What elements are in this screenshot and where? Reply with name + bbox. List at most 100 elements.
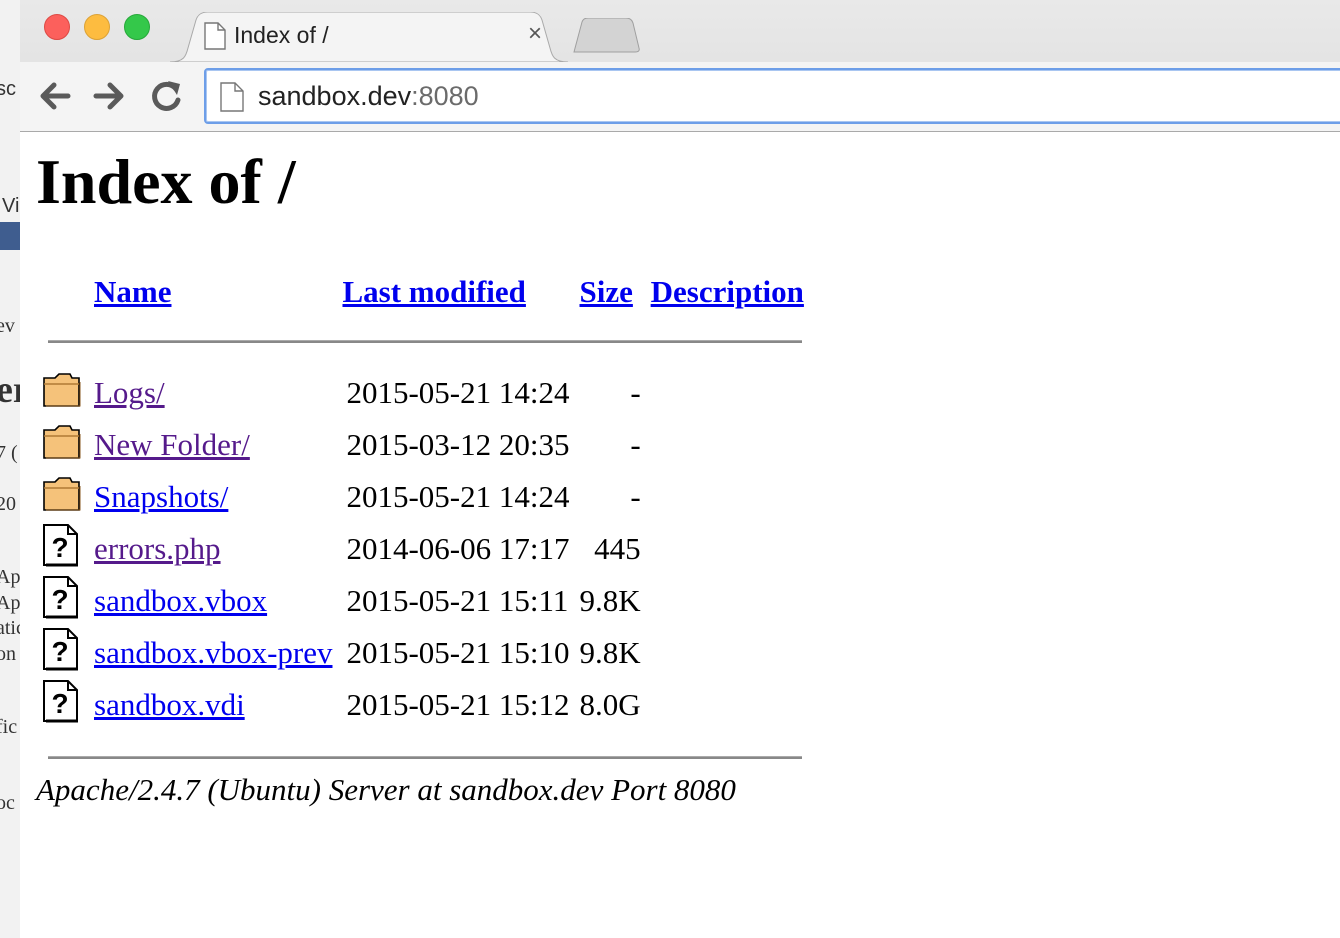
tab-index[interactable]: Index of / × — [170, 12, 568, 63]
sort-by-description-link[interactable]: Description — [651, 274, 804, 309]
description-cell — [647, 679, 808, 731]
sort-by-last-modified-link[interactable]: Last modified — [342, 274, 525, 309]
table-row: Logs/2015-05-21 14:24 - — [42, 367, 808, 419]
background-text: er — [0, 368, 20, 412]
browser-chrome: Index of / × sandbox.dev:8080 — [20, 0, 1340, 132]
background-text: fic — [0, 716, 18, 738]
last-modified-cell: 2015-05-21 14:24 — [346, 375, 570, 410]
icon-column-header — [42, 269, 88, 315]
unknown-file-icon: ? — [42, 575, 88, 627]
window-close-button[interactable] — [44, 14, 70, 40]
svg-text:?: ? — [51, 688, 68, 719]
name-cell: sandbox.vbox — [90, 575, 336, 627]
toolbar: sandbox.dev:8080 — [20, 62, 1340, 131]
description-cell — [647, 419, 808, 471]
forward-arrow-icon[interactable] — [90, 76, 130, 116]
description-cell — [647, 471, 808, 523]
window-zoom-button[interactable] — [124, 14, 150, 40]
back-arrow-icon[interactable] — [34, 76, 74, 116]
name-cell: New Folder/ — [90, 419, 336, 471]
tab-shape — [170, 12, 568, 63]
file-link[interactable]: Logs/ — [94, 375, 165, 410]
window-minimize-button[interactable] — [84, 14, 110, 40]
name-cell: Logs/ — [90, 367, 336, 419]
description-column-header: Description — [647, 269, 808, 315]
unknown-file-icon: ? — [42, 679, 88, 731]
name-cell: Snapshots/ — [90, 471, 336, 523]
page-icon — [220, 82, 244, 117]
size-column-header: Size — [576, 269, 645, 315]
description-cell — [647, 523, 808, 575]
table-row: ? errors.php 2014-06-06 17:17 445 — [42, 523, 808, 575]
description-cell — [647, 627, 808, 679]
sort-by-size-link[interactable]: Size — [580, 274, 633, 309]
reload-icon[interactable] — [146, 76, 186, 116]
size-cell: - — [630, 427, 641, 462]
file-link[interactable]: errors.php — [94, 531, 221, 566]
directory-listing: Name Last modified Size Description Logs… — [40, 269, 810, 783]
table-row: Snapshots/2015-05-21 14:24 - — [42, 471, 808, 523]
svg-text:?: ? — [51, 636, 68, 667]
name-column-header: Name — [90, 269, 336, 315]
size-cell: 9.8K — [579, 583, 641, 618]
background-window: sc Vi ev er 7 ( 20 Ap Ap atic on fic oc — [0, 0, 21, 938]
table-row: New Folder/2015-03-12 20:35 - — [42, 419, 808, 471]
last-modified-cell: 2015-05-21 15:11 — [346, 583, 569, 618]
folder-icon — [42, 471, 88, 523]
table-row: ? sandbox.vbox 2015-05-21 15:11 9.8K — [42, 575, 808, 627]
description-cell — [647, 575, 808, 627]
size-cell: 8.0G — [579, 687, 641, 722]
page-content: Index of / Name Last modified Size Descr… — [20, 132, 1340, 938]
background-text: 7 ( — [0, 442, 18, 464]
size-cell: 445 — [594, 531, 641, 566]
background-text: Ap — [0, 566, 21, 588]
background-text: Vi — [2, 195, 20, 217]
divider-row — [42, 315, 808, 367]
name-cell: errors.php — [90, 523, 336, 575]
file-link[interactable]: sandbox.vbox-prev — [94, 635, 332, 670]
folder-icon — [42, 419, 88, 471]
file-link[interactable]: sandbox.vdi — [94, 687, 245, 722]
unknown-file-icon: ? — [42, 627, 88, 679]
last-modified-cell: 2015-05-21 15:10 — [346, 635, 570, 670]
page-icon — [204, 22, 226, 55]
background-text: Ap — [0, 592, 21, 614]
background-text: atic — [0, 617, 20, 639]
tab-title: Index of / — [234, 22, 329, 48]
name-cell: sandbox.vbox-prev — [90, 627, 336, 679]
last-modified-cell: 2015-05-21 14:24 — [346, 479, 570, 514]
page-title: Index of / — [36, 146, 296, 217]
last-modified-column-header: Last modified — [338, 269, 573, 315]
server-signature: Apache/2.4.7 (Ubuntu) Server at sandbox.… — [36, 772, 736, 807]
folder-icon — [42, 367, 88, 419]
file-link[interactable]: sandbox.vbox — [94, 583, 267, 618]
svg-text:?: ? — [51, 532, 68, 563]
size-cell: 9.8K — [579, 635, 641, 670]
url-host: sandbox.dev — [258, 81, 412, 111]
name-cell: sandbox.vdi — [90, 679, 336, 731]
divider — [48, 339, 802, 343]
url-text: sandbox.dev:8080 — [258, 81, 479, 112]
table-row: ? sandbox.vdi 2015-05-21 15:12 8.0G — [42, 679, 808, 731]
size-cell: - — [630, 375, 641, 410]
description-cell — [647, 367, 808, 419]
last-modified-cell: 2015-03-12 20:35 — [346, 427, 570, 462]
address-bar[interactable]: sandbox.dev:8080 — [204, 68, 1340, 124]
new-tab-button[interactable] — [572, 18, 642, 54]
background-text: ev — [0, 315, 15, 337]
background-text: on — [0, 643, 16, 665]
background-bar — [0, 222, 20, 250]
background-text: sc — [0, 78, 16, 100]
url-port: :8080 — [411, 81, 479, 111]
svg-text:?: ? — [51, 584, 68, 615]
tab-close-icon[interactable]: × — [528, 20, 542, 48]
sort-by-name-link[interactable]: Name — [94, 274, 171, 309]
last-modified-cell: 2015-05-21 15:12 — [346, 687, 570, 722]
size-cell: - — [630, 479, 641, 514]
last-modified-cell: 2014-06-06 17:17 — [346, 531, 570, 566]
file-link[interactable]: New Folder/ — [94, 427, 250, 462]
table-row: ? sandbox.vbox-prev 2015-05-21 15:10 9.8K — [42, 627, 808, 679]
header-row: Name Last modified Size Description — [42, 269, 808, 315]
file-link[interactable]: Snapshots/ — [94, 479, 228, 514]
background-text: 20 — [0, 493, 16, 515]
